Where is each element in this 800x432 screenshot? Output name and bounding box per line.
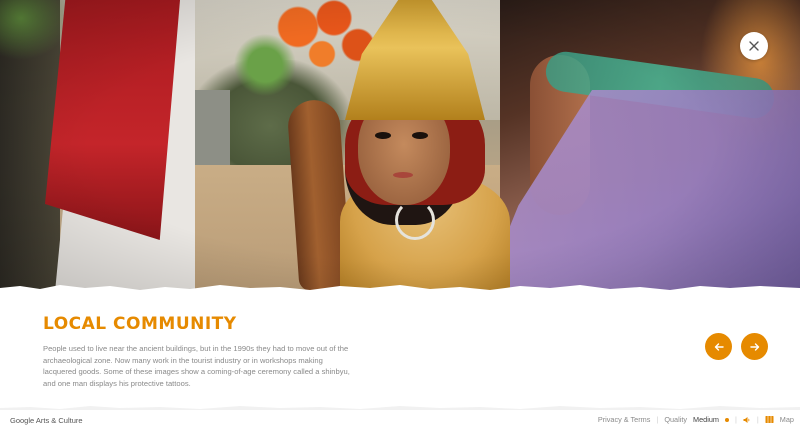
previous-button[interactable] (705, 333, 732, 360)
arrow-left-icon (714, 342, 724, 351)
divider: | (656, 415, 659, 424)
quality-select[interactable]: Medium (693, 415, 719, 424)
map-icon (765, 416, 774, 423)
next-button[interactable] (741, 333, 768, 360)
brand-logo[interactable]: Google Arts & Culture (10, 416, 83, 425)
privacy-terms-link[interactable]: Privacy & Terms (598, 415, 651, 424)
quality-indicator-icon (724, 417, 729, 422)
divider: | (756, 415, 759, 424)
story-caption-panel: LOCAL COMMUNITY People used to live near… (0, 292, 800, 410)
close-button[interactable] (740, 32, 768, 60)
quality-label: Quality (664, 415, 688, 424)
section-title: LOCAL COMMUNITY (43, 314, 237, 334)
section-body: People used to live near the ancient bui… (43, 344, 350, 388)
close-icon (749, 41, 759, 51)
sound-button[interactable] (743, 416, 751, 424)
speaker-icon (743, 416, 750, 423)
story-page: LOCAL COMMUNITY People used to live near… (0, 0, 800, 432)
footer-bar: Google Arts & Culture Privacy & Terms | … (0, 410, 800, 432)
divider: | (734, 415, 737, 424)
arrow-right-icon (749, 342, 759, 351)
map-link[interactable]: Map (780, 415, 794, 424)
hero-photo (0, 0, 800, 292)
footer-controls: Privacy & Terms | Quality Medium | | Map (598, 415, 794, 424)
map-button-icon-wrap[interactable] (765, 415, 774, 424)
